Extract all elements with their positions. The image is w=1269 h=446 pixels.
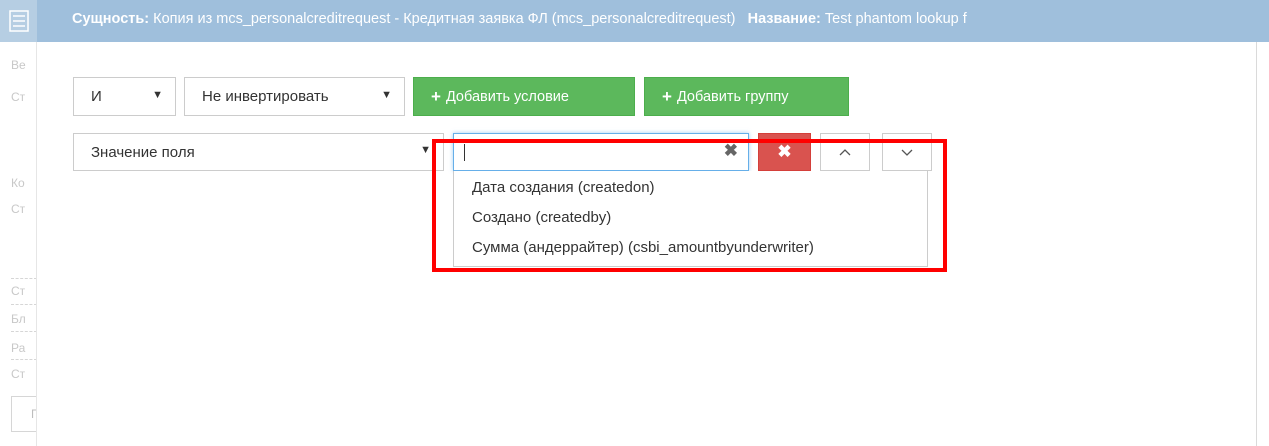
plus-icon: + [431,86,441,106]
background-box: П [11,396,36,432]
caret-down-icon: ▼ [381,89,392,101]
caret-down-icon: ▼ [152,89,163,101]
logic-operator-value: И [91,88,102,105]
clear-icon[interactable]: ✖ [724,141,738,161]
divider [11,359,36,360]
name-label: Название: [747,11,821,27]
invert-select[interactable]: Не инвертировать ▼ [184,77,405,116]
background-form-panel: Ве Ст Ко Ст Ст Бл Ра Ст П [0,42,37,446]
add-group-button[interactable]: + Добавить группу [644,77,849,116]
background-label: Ра [11,341,26,355]
background-label: Ст [11,90,26,104]
condition-type-value: Значение поля [91,143,195,161]
add-condition-label: Добавить условие [445,88,569,105]
invert-value: Не инвертировать [202,88,329,105]
background-label: Бл [11,312,26,326]
add-group-label: Добавить группу [676,88,789,105]
entity-value: Копия из mcs_personalcreditrequest - Кре… [153,11,736,27]
dropdown-option[interactable]: Сумма (андеррайтер) (csbi_amountbyunderw… [472,239,814,256]
field-search-input[interactable]: ✖ [453,133,749,171]
plus-icon: + [662,86,672,106]
dropdown-option[interactable]: Создано (createdby) [472,209,611,226]
chevron-down-icon [901,149,913,156]
chevron-up-icon [839,148,851,155]
move-up-button[interactable] [820,133,870,171]
entity-header: Сущность: Копия из mcs_personalcreditreq… [0,0,1269,42]
background-label: Ст [11,367,26,381]
background-label: Ст [11,284,26,298]
background-label: Ст [11,202,26,216]
close-icon: ✖ [777,142,792,161]
dialog-border [1256,42,1257,446]
name-value: Test phantom lookup f [824,11,967,27]
background-label: Ко [11,176,25,190]
divider [11,304,36,305]
dropdown-option[interactable]: Дата создания (createdon) [472,179,655,196]
entity-label: Сущность: [72,11,150,27]
field-options-dropdown: Дата создания (createdon) Создано (creat… [453,171,928,267]
header-title: Сущность: Копия из mcs_personalcreditreq… [72,11,967,27]
add-condition-button[interactable]: + Добавить условие [413,77,635,116]
background-label: Ве [11,58,26,72]
logic-operator-select[interactable]: И ▼ [73,77,176,116]
hamburger-icon [8,10,29,32]
caret-down-icon: ▼ [420,144,431,156]
delete-condition-button[interactable]: ✖ [758,133,811,171]
divider [11,331,36,332]
text-cursor [464,144,465,161]
divider [11,278,36,279]
menu-icon[interactable] [0,0,37,42]
move-down-button[interactable] [882,133,932,171]
condition-type-select[interactable]: Значение поля ▼ [73,133,444,171]
